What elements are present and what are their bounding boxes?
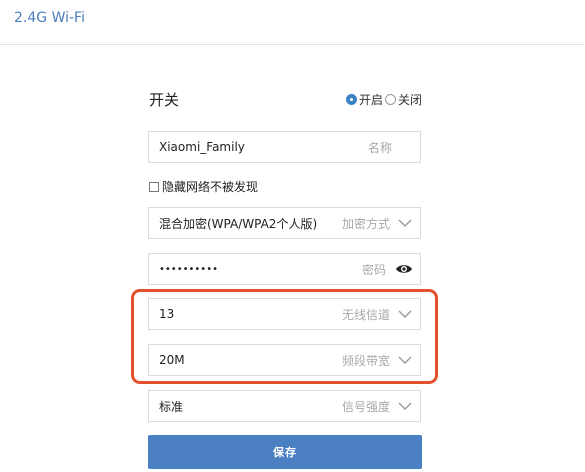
radio-off-label: 关闭 bbox=[397, 93, 422, 107]
encryption-value: 混合加密(WPA/WPA2个人版) bbox=[159, 216, 318, 231]
radio-on[interactable]: 开启 bbox=[345, 91, 383, 108]
hide-network-checkbox-row[interactable]: 隐藏网络不被发现 bbox=[149, 178, 258, 195]
hide-network-checkbox[interactable] bbox=[149, 181, 159, 192]
password-field[interactable]: •••••••••• 密码 bbox=[148, 253, 421, 285]
signal-strength-select[interactable]: 标准 信号强度 bbox=[148, 390, 421, 422]
ssid-label: 名称 bbox=[367, 140, 392, 155]
wifi-switch-radio-group: 开启 关闭 bbox=[344, 91, 422, 108]
highlight-box bbox=[131, 289, 438, 384]
hide-network-label: 隐藏网络不被发现 bbox=[162, 180, 259, 194]
switch-label: 开关 bbox=[149, 91, 180, 109]
password-label: 密码 bbox=[361, 262, 386, 277]
signal-label: 信号强度 bbox=[341, 399, 390, 414]
section-title: 2.4G Wi-Fi bbox=[14, 10, 85, 26]
header-divider bbox=[0, 44, 585, 45]
radio-off[interactable]: 关闭 bbox=[384, 91, 422, 108]
radio-on-label: 开启 bbox=[358, 93, 383, 107]
ssid-field[interactable]: Xiaomi_Family 名称 bbox=[148, 131, 421, 163]
signal-value: 标准 bbox=[159, 399, 184, 414]
encryption-label: 加密方式 bbox=[341, 216, 390, 231]
password-value[interactable]: •••••••••• bbox=[149, 264, 362, 275]
radio-on-indicator bbox=[345, 94, 357, 105]
radio-off-indicator bbox=[384, 94, 396, 105]
chevron-down-icon bbox=[398, 402, 412, 410]
eye-icon[interactable] bbox=[395, 262, 413, 276]
chevron-down-icon bbox=[398, 219, 412, 227]
encryption-select[interactable]: 混合加密(WPA/WPA2个人版) 加密方式 bbox=[148, 207, 421, 239]
save-button[interactable]: 保存 bbox=[148, 435, 422, 469]
ssid-value[interactable]: Xiaomi_Family bbox=[149, 140, 368, 154]
